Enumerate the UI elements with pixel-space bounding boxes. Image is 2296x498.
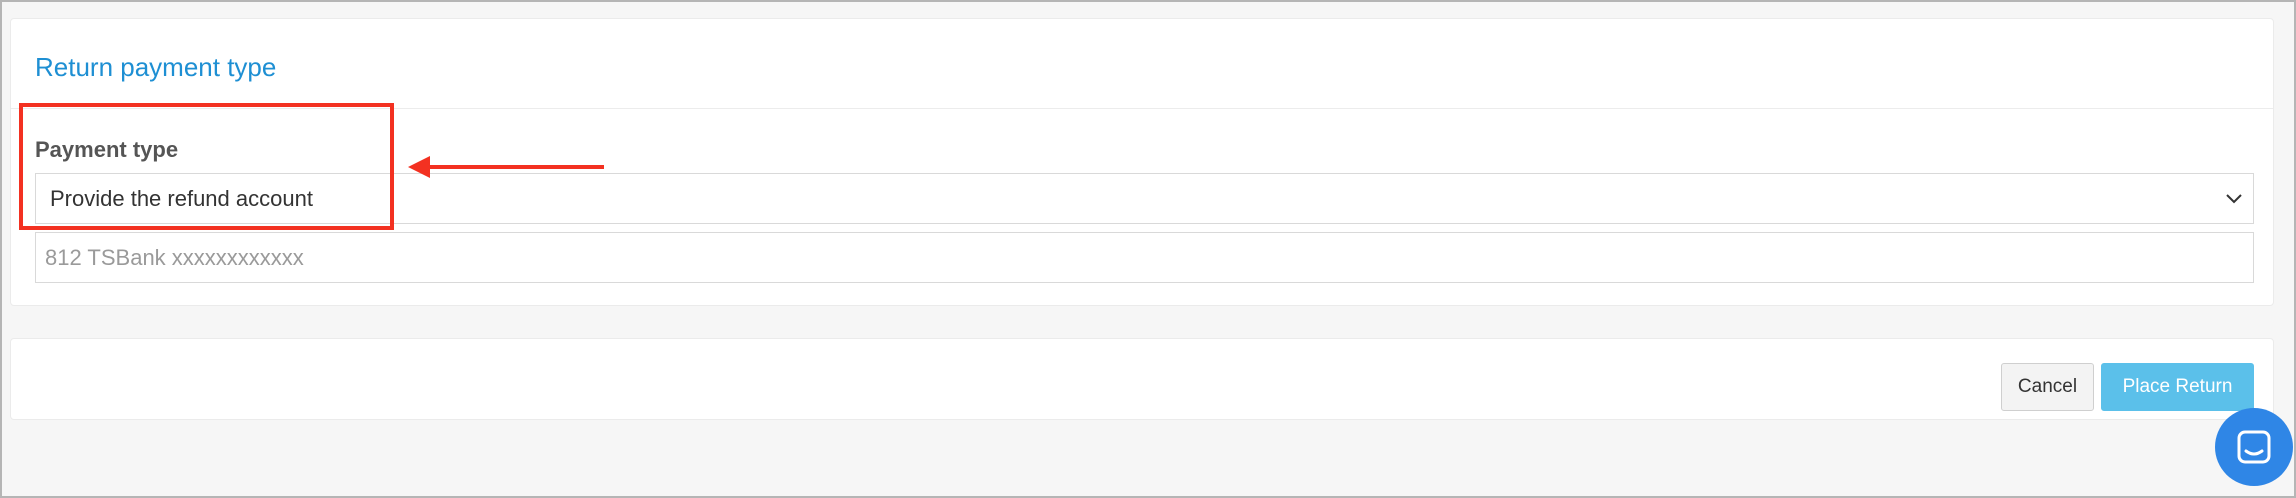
panel-header: Return payment type <box>11 19 2273 109</box>
refund-account-input[interactable] <box>35 232 2254 283</box>
place-return-button[interactable]: Place Return <box>2101 363 2254 411</box>
actions-panel: Cancel Place Return <box>10 338 2274 420</box>
chevron-down-icon <box>2226 194 2242 204</box>
panel-title: Return payment type <box>35 52 277 82</box>
return-payment-panel: Return payment type Payment type Provide… <box>10 18 2274 306</box>
chat-icon <box>2237 430 2271 464</box>
payment-type-label: Payment type <box>35 137 179 162</box>
payment-type-selected-value: Provide the refund account <box>50 185 313 211</box>
payment-type-select[interactable]: Provide the refund account <box>35 173 2254 224</box>
chat-launcher-button[interactable] <box>2215 408 2293 486</box>
cancel-button[interactable]: Cancel <box>2001 363 2094 411</box>
